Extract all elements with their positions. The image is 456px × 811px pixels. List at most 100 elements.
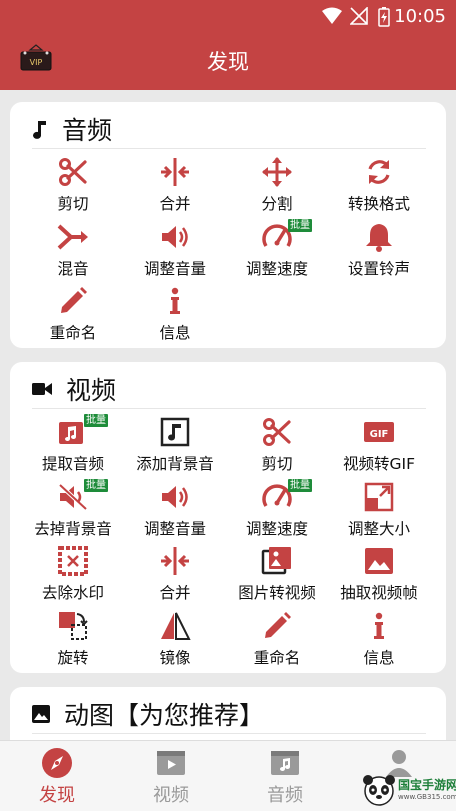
scissors-icon [59, 158, 87, 186]
tool-images[interactable]: 图片转视频 [226, 543, 328, 607]
tool-label: 镜像 [159, 648, 191, 667]
tool-label: 视频转GIF [343, 455, 415, 473]
batch-badge: 批量 [288, 478, 312, 492]
tool-scissors[interactable]: 剪切 [226, 414, 328, 478]
convert-icon [368, 160, 390, 184]
watermark-url: www.GB315.com [398, 793, 456, 801]
top-app-bar: 10:05 VIP 发现 [0, 0, 456, 90]
video-camera-header-icon [32, 383, 52, 395]
tool-label: 调整速度 [245, 519, 308, 538]
title-bar: VIP 发现 [0, 32, 456, 90]
nav-tab-video[interactable]: 视频 [114, 741, 228, 811]
tool-volume[interactable]: 调整音量 [124, 479, 226, 543]
watermark-text: 国宝手游网 [398, 778, 456, 792]
tool-rotate[interactable]: 旋转 [22, 608, 124, 672]
info-icon [170, 287, 180, 314]
tool-info[interactable]: 信息 [124, 283, 226, 347]
mirror-icon [161, 612, 191, 640]
tool-pencil[interactable]: 重命名 [226, 608, 328, 672]
tool-gif[interactable]: GIF 视频转GIF [328, 414, 430, 478]
tool-pencil[interactable]: 重命名 [22, 283, 124, 347]
page-title: 发现 [207, 50, 249, 74]
tool-label: 抽取视频帧 [340, 584, 418, 602]
tool-music-note[interactable]: 添加背景音 [124, 414, 226, 478]
wifi-icon [322, 7, 342, 24]
status-bar: 10:05 [0, 0, 456, 32]
battery-charging-icon [378, 7, 390, 27]
volume-icon [162, 485, 188, 508]
tool-label: 合并 [159, 195, 191, 213]
tool-mix[interactable]: 混音 [22, 219, 124, 283]
tool-label: 图片转视频 [238, 584, 316, 602]
nav-tab-audio[interactable]: 音频 [228, 741, 342, 811]
nav-label: 视频 [153, 785, 189, 806]
image-header-icon [32, 705, 50, 723]
tool-resize[interactable]: 调整大小 [328, 479, 430, 543]
info-icon [374, 612, 384, 639]
watermark-remove-icon [58, 546, 88, 576]
video-card-header: 视频 [32, 370, 116, 408]
nav-label: 音频 [267, 785, 303, 806]
tool-bell[interactable]: 设置铃声 [328, 219, 430, 283]
pencil-icon [265, 611, 291, 638]
music-note-header-icon [33, 121, 46, 139]
site-watermark: 国宝手游网 www.GB315.com [360, 770, 456, 810]
tool-label: 重命名 [253, 648, 301, 667]
gif-card-title: 动图【为您推荐】 [64, 701, 265, 730]
gif-card: 动图【为您推荐】 [10, 687, 446, 740]
video-card: 视频 批量 提取音频 添加背景音 剪切 GIF 视频转GIF 批量 去掉背景音 调整音量 批量 调整… [10, 362, 446, 673]
tool-label: 信息 [363, 648, 395, 667]
audio-tab-icon [271, 751, 299, 775]
nav-tab-discover[interactable]: 发现 [0, 741, 114, 811]
pencil-icon [61, 287, 87, 313]
split-icon [262, 157, 292, 187]
scissors-icon [263, 418, 291, 446]
tool-merge[interactable]: 合并 [124, 154, 226, 218]
tool-label: 去除水印 [41, 584, 104, 602]
resize-icon [364, 482, 394, 511]
tool-info[interactable]: 信息 [328, 608, 430, 672]
compass-icon [42, 748, 72, 778]
gif-icon: GIF [364, 422, 394, 442]
merge-icon [161, 158, 189, 186]
tool-merge[interactable]: 合并 [124, 543, 226, 607]
tool-watermark-remove[interactable]: 去除水印 [22, 543, 124, 607]
tool-label: 添加背景音 [136, 455, 214, 473]
tool-extract-audio[interactable]: 批量提取音频 [22, 414, 124, 478]
image-icon [365, 548, 393, 574]
gif-card-header: 动图【为您推荐】 [32, 695, 264, 733]
tool-speed[interactable]: 批量调整速度 [226, 478, 328, 543]
volume-icon [162, 225, 188, 248]
video-tab-icon [157, 751, 185, 775]
signal-icon [350, 7, 368, 25]
tool-volume[interactable]: 调整音量 [124, 219, 226, 283]
tool-label: 混音 [57, 259, 89, 278]
tool-label: 设置铃声 [347, 259, 410, 278]
tool-scissors[interactable]: 剪切 [22, 154, 124, 218]
tool-speed[interactable]: 批量 调整速度 [226, 218, 328, 283]
mix-icon [57, 224, 88, 249]
tool-split[interactable]: 分割 [226, 154, 328, 218]
divider [32, 733, 426, 734]
tool-label: 信息 [159, 324, 191, 342]
tool-label: 合并 [159, 584, 191, 602]
tool-label: 剪切 [261, 455, 293, 473]
bell-icon [366, 223, 392, 252]
tool-mute[interactable]: 批量去掉背景音 [22, 478, 124, 543]
batch-badge: 批量 [84, 414, 108, 427]
tool-label: 提取音频 [41, 455, 104, 473]
tool-mirror[interactable]: 镜像 [124, 608, 226, 672]
audio-card-title: 音频 [62, 116, 113, 145]
svg-text:GIF: GIF [370, 429, 389, 440]
tool-label: 去掉背景音 [34, 519, 112, 538]
audio-card-header: 音频 [32, 110, 112, 148]
tool-label: 旋转 [57, 648, 89, 667]
tool-label: 调整音量 [143, 259, 206, 278]
divider [32, 148, 426, 149]
tool-convert[interactable]: 转换格式 [328, 154, 430, 218]
batch-badge: 批量 [84, 478, 108, 492]
status-time: 10:05 [394, 6, 446, 27]
tool-image[interactable]: 抽取视频帧 [328, 543, 430, 607]
merge-icon [161, 547, 189, 575]
content-scroll[interactable]: 音频 剪切 合并 分割 转换格式 混音 调整音量 批量 调整速度 设置铃声 重命名 信息 视频 批量… [0, 90, 456, 740]
